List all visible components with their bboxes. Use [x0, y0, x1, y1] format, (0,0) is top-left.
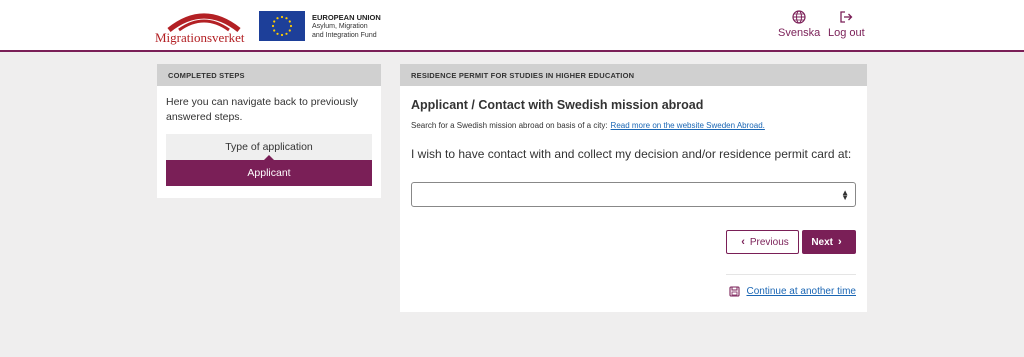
next-label: Next: [811, 236, 833, 248]
save-icon: [729, 286, 741, 297]
search-help-label: Search for a Swedish mission abroad on b…: [411, 121, 608, 130]
migrationsverket-logo[interactable]: Migrationsverket: [155, 8, 251, 45]
previous-label: Previous: [749, 236, 789, 248]
chevron-right-icon: ›: [838, 236, 842, 248]
logout-label: Log out: [828, 27, 865, 39]
chevron-left-icon: ‹: [741, 236, 745, 248]
eu-line-1: EUROPEAN UNION: [312, 13, 381, 22]
logo-text: Migrationsverket: [155, 30, 245, 45]
form-heading: RESIDENCE PERMIT FOR STUDIES IN HIGHER E…: [400, 64, 867, 86]
globe-icon: [792, 10, 806, 24]
completed-steps-panel: COMPLETED STEPS Here you can navigate ba…: [157, 64, 381, 198]
previous-button[interactable]: ‹ Previous: [726, 230, 799, 254]
logo-arc-icon: [167, 13, 241, 32]
continue-later-link[interactable]: Continue at another time: [729, 286, 856, 297]
mission-select[interactable]: ▲ ▼: [411, 182, 856, 207]
language-label: Svenska: [778, 27, 821, 39]
step-applicant[interactable]: Applicant: [166, 155, 372, 186]
eu-line-3: and Integration Fund: [312, 32, 377, 39]
sweden-abroad-link[interactable]: Read more on the website Sweden Abroad.: [611, 121, 765, 130]
continue-later-label: Continue at another time: [746, 286, 856, 297]
language-button[interactable]: Svenska: [778, 10, 820, 39]
mission-question: I wish to have contact with and collect …: [411, 147, 852, 161]
page-title: Applicant / Contact with Swedish mission…: [411, 98, 704, 112]
completed-steps-heading: COMPLETED STEPS: [157, 64, 381, 86]
next-button[interactable]: Next ›: [802, 230, 856, 254]
eu-flag-icon: [259, 11, 305, 41]
sort-caret-icon: ▲ ▼: [841, 188, 849, 202]
site-header: Migrationsverket EUROPEAN UNION Asylum, …: [0, 0, 1024, 52]
completed-steps-description: Here you can navigate back to previously…: [166, 96, 359, 123]
divider: [726, 274, 856, 275]
logout-button[interactable]: Log out: [828, 10, 865, 39]
eu-fund-text: EUROPEAN UNION Asylum, Migration and Int…: [312, 13, 381, 40]
logout-icon: [840, 11, 853, 23]
main-form-panel: RESIDENCE PERMIT FOR STUDIES IN HIGHER E…: [400, 64, 867, 312]
eu-line-2: Asylum, Migration: [312, 23, 368, 30]
search-help-text: Search for a Swedish mission abroad on b…: [411, 121, 765, 130]
